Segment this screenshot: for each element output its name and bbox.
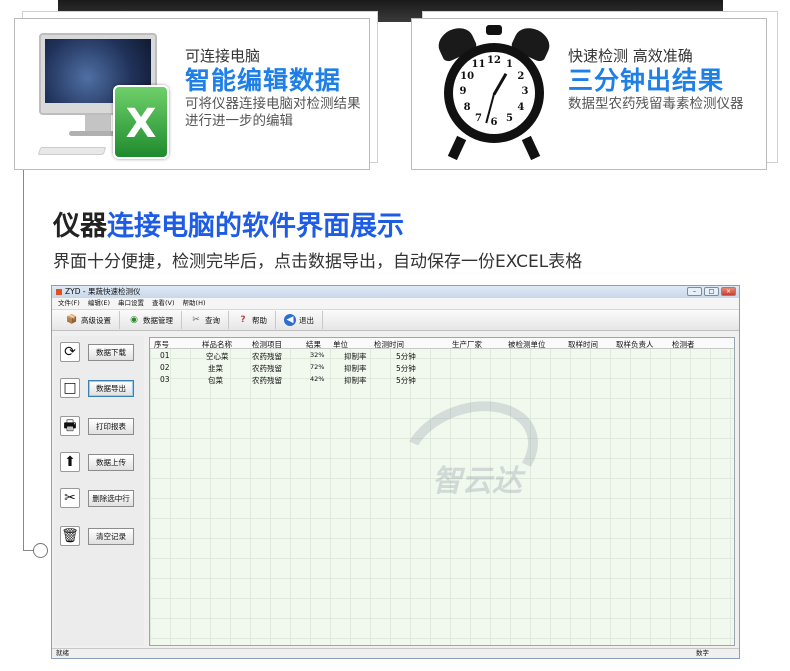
computer-illustration: X (37, 27, 169, 161)
side-row-upload: ⬆ 数据上传 (60, 452, 134, 472)
col-header[interactable]: 序号 (154, 339, 169, 350)
window-titlebar: ZYD - 果蔬快速检测仪 – □ × (52, 286, 739, 298)
clock-numeral: 3 (521, 86, 529, 97)
side-row-download: ⟳ 数据下载 (60, 342, 134, 362)
card2-description: 数据型农药残留毒素检测仪器 (568, 96, 744, 112)
side-row-export: □ 数据导出 (60, 378, 134, 398)
menu-view[interactable]: 查看(V) (152, 298, 175, 309)
data-upload-button[interactable]: 数据上传 (88, 453, 134, 471)
window-title: ZYD - 果蔬快速检测仪 (65, 287, 141, 296)
clock-numeral: 6 (490, 117, 498, 128)
clock-numeral: 5 (506, 112, 513, 124)
col-header[interactable]: 样品名称 (202, 339, 232, 350)
col-header[interactable]: 被检测单位 (508, 339, 546, 350)
clock-numeral: 7 (475, 112, 482, 124)
watermark-text: 智云达 (432, 464, 522, 499)
menu-bar: 文件(F) 编辑(E) 串口设置 查看(V) 帮助(H) (52, 298, 739, 309)
clock-numeral: 1 (506, 59, 513, 71)
excel-icon: X (113, 85, 169, 159)
clock-numeral: 10 (460, 70, 475, 82)
section-heading: 仪器连接电脑的软件界面展示 (53, 204, 404, 243)
table-row[interactable]: 01 空心菜 农药残留 32% 抑制率 5分钟 (150, 350, 734, 361)
side-panel: ⟳ 数据下载 □ 数据导出 🖶 打印报表 ⬆ 数据上传 ✂ 删除选中行 🗑 清空 (54, 336, 144, 646)
clock-numeral: 8 (463, 101, 471, 113)
table-row[interactable]: 02 韭菜 农药残留 72% 抑制率 5分钟 (150, 362, 734, 373)
keyboard-icon (37, 147, 107, 155)
data-download-button[interactable]: 数据下载 (88, 343, 134, 361)
section-subheading: 界面十分便捷，检测完毕后，点击数据导出，自动保存一份EXCEL表格 (53, 252, 583, 272)
upload-arrow-icon: ⬆ (60, 452, 80, 472)
feature-card-connect-pc: X 可连接电脑 智能编辑数据 可将仪器连接电脑对检测结果进行进一步的编辑 (14, 18, 370, 170)
side-row-delete: ✂ 删除选中行 (60, 488, 134, 508)
timeline-node (33, 543, 48, 558)
brand-watermark: 智云达 (387, 383, 553, 534)
data-grid[interactable]: 序号 样品名称 检测项目 结果 单位 检测时间 生产厂家 被检测单位 取样时间 … (149, 337, 735, 646)
heading-blue: 连接电脑的软件界面展示 (107, 211, 404, 242)
toolbar-help[interactable]: ? 帮助 (229, 311, 276, 329)
card1-description: 可将仪器连接电脑对检测结果进行进一步的编辑 (185, 96, 361, 129)
col-header[interactable]: 检测项目 (252, 339, 282, 350)
printer-icon: 🖶 (60, 416, 80, 436)
alarm-clock-icon: 12 1 2 3 4 5 6 7 8 9 10 11 (433, 22, 555, 165)
toolbar: 📦 高级设置 ◉ 数据管理 ✂ 查询 ? 帮助 ◀ 退出 (52, 309, 739, 331)
feature-card-fast-result: 12 1 2 3 4 5 6 7 8 9 10 11 快速检测 高效准确 三分钟出结果 数据型农药残留… (411, 18, 767, 170)
side-row-clear: 🗑 清空记录 (60, 526, 134, 546)
delete-selected-button[interactable]: 删除选中行 (88, 489, 134, 507)
close-button[interactable]: × (721, 287, 736, 296)
col-header[interactable]: 取样时间 (568, 339, 598, 350)
app-logo-icon (56, 289, 62, 295)
minimize-button[interactable]: – (687, 287, 702, 296)
card2-main-title: 三分钟出结果 (568, 66, 725, 95)
query-icon: ✂ (192, 315, 200, 325)
radio-icon: ◉ (130, 315, 138, 325)
grid-header: 序号 样品名称 检测项目 结果 单位 检测时间 生产厂家 被检测单位 取样时间 … (150, 338, 734, 349)
print-report-button[interactable]: 打印报表 (88, 417, 134, 435)
clock-hour-hand (492, 72, 508, 96)
col-header[interactable]: 生产厂家 (452, 339, 482, 350)
toolbar-advanced-settings[interactable]: 📦 高级设置 (58, 311, 120, 329)
toolbar-exit[interactable]: ◀ 退出 (276, 311, 323, 329)
heading-black: 仪器 (53, 211, 107, 242)
document-icon: □ (60, 378, 80, 398)
card2-subtitle: 快速检测 高效准确 (568, 47, 693, 65)
timeline-line (23, 170, 24, 550)
col-header[interactable]: 检测时间 (374, 339, 404, 350)
card1-main-title: 智能编辑数据 (185, 66, 342, 95)
clock-numeral: 4 (517, 101, 525, 113)
col-header[interactable]: 单位 (333, 339, 348, 350)
table-row[interactable]: 03 包菜 农药残留 42% 抑制率 5分钟 (150, 374, 734, 385)
card1-subtitle: 可连接电脑 (185, 47, 261, 65)
clock-numeral: 2 (517, 70, 525, 82)
status-right: 数字 (696, 649, 709, 657)
data-export-button[interactable]: 数据导出 (88, 379, 134, 397)
clock-numeral: 12 (487, 55, 501, 66)
col-header[interactable]: 取样负责人 (616, 339, 654, 350)
clock-numeral: 9 (459, 86, 467, 97)
status-bar: 就绪 数字 (52, 648, 739, 658)
maximize-button[interactable]: □ (704, 287, 719, 296)
back-arrow-icon: ◀ (284, 314, 296, 326)
clock-numeral: 11 (471, 59, 486, 71)
scissors-icon: ✂ (60, 488, 80, 508)
help-icon: ? (240, 315, 246, 325)
status-left: 就绪 (56, 649, 69, 657)
app-window: ZYD - 果蔬快速检测仪 – □ × 文件(F) 编辑(E) 串口设置 查看(… (51, 285, 740, 659)
trash-icon: 🗑 (60, 526, 80, 546)
col-header[interactable]: 结果 (306, 339, 321, 350)
clear-records-button[interactable]: 清空记录 (88, 527, 134, 545)
side-row-print: 🖶 打印报表 (60, 416, 134, 436)
toolbar-data-management[interactable]: ◉ 数据管理 (120, 311, 182, 329)
menu-file[interactable]: 文件(F) (58, 298, 80, 309)
col-header[interactable]: 检测者 (672, 339, 695, 350)
menu-serial-settings[interactable]: 串口设置 (118, 298, 144, 309)
toolbar-query[interactable]: ✂ 查询 (182, 311, 229, 329)
menu-help[interactable]: 帮助(H) (183, 298, 206, 309)
package-icon: 📦 (66, 315, 78, 325)
menu-edit[interactable]: 编辑(E) (88, 298, 110, 309)
refresh-icon: ⟳ (60, 342, 80, 362)
